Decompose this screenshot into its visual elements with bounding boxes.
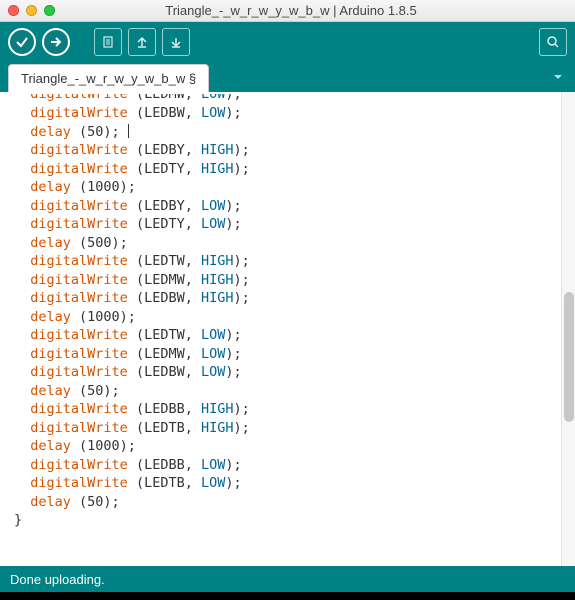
tab-bar: Triangle_-_w_r_w_y_w_b_w § [0, 62, 575, 92]
serial-monitor-button[interactable] [539, 28, 567, 56]
window-title: Triangle_-_w_r_w_y_w_b_w | Arduino 1.8.5 [15, 3, 567, 18]
status-bar: Done uploading. [0, 566, 575, 592]
window-titlebar: Triangle_-_w_r_w_y_w_b_w | Arduino 1.8.5 [0, 0, 575, 22]
verify-button[interactable] [8, 28, 36, 56]
arrow-right-icon [49, 35, 63, 49]
save-button[interactable] [162, 28, 190, 56]
code-editor[interactable]: digitalWrite (LEDMW, LOW); digitalWrite … [0, 92, 561, 566]
tab-label: Triangle_-_w_r_w_y_w_b_w § [21, 71, 196, 86]
arrow-up-icon [135, 35, 149, 49]
vertical-scrollbar[interactable] [561, 92, 575, 566]
file-icon [101, 35, 115, 49]
upload-button[interactable] [42, 28, 70, 56]
arrow-down-icon [169, 35, 183, 49]
new-button[interactable] [94, 28, 122, 56]
toolbar [0, 22, 575, 62]
tab-menu-button[interactable] [549, 68, 567, 86]
status-text: Done uploading. [10, 572, 105, 587]
search-icon [545, 34, 561, 50]
scroll-thumb[interactable] [564, 292, 574, 422]
check-icon [15, 35, 29, 49]
open-button[interactable] [128, 28, 156, 56]
console-area [0, 592, 575, 600]
chevron-down-icon [552, 71, 564, 83]
editor-area: digitalWrite (LEDMW, LOW); digitalWrite … [0, 92, 575, 566]
tab-active[interactable]: Triangle_-_w_r_w_y_w_b_w § [8, 64, 209, 92]
